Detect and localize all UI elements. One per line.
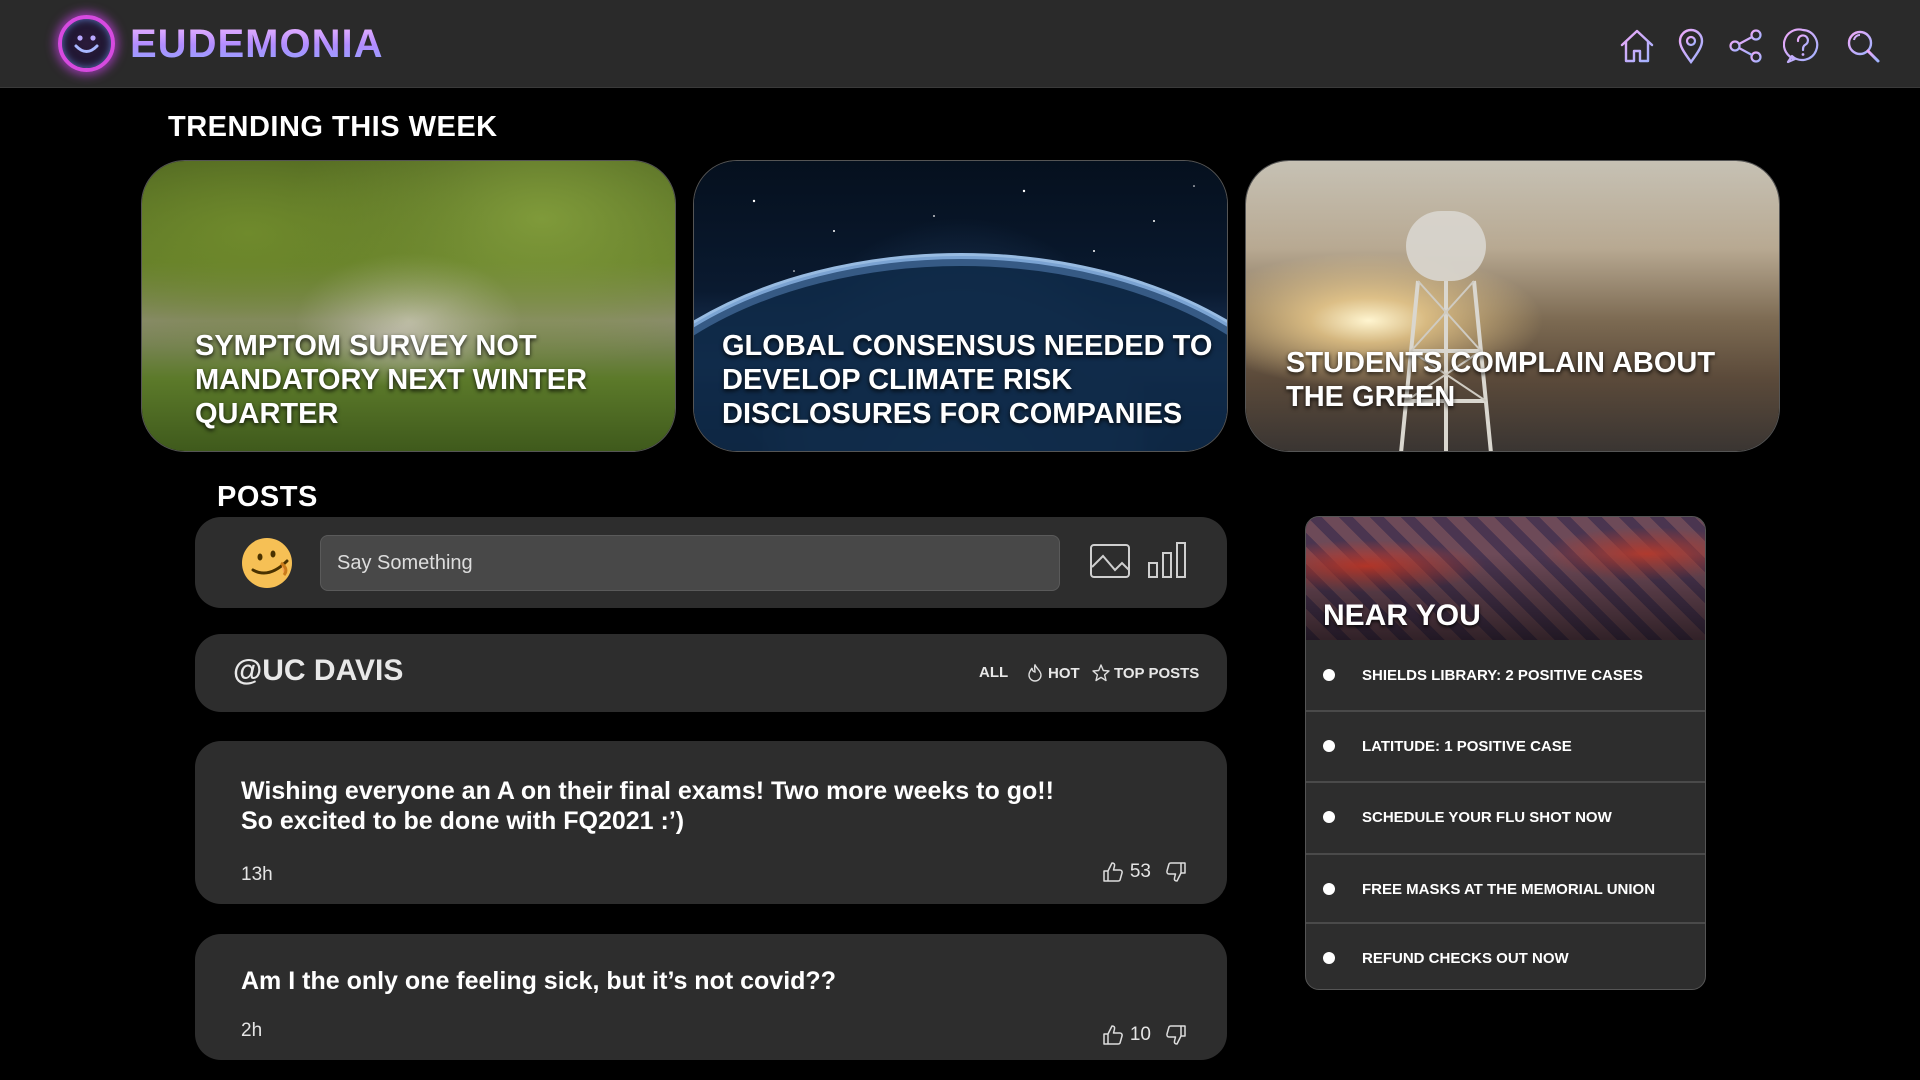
- search-icon[interactable]: [1843, 26, 1883, 66]
- near-you-item[interactable]: FREE MASKS AT THE MEMORIAL UNION: [1306, 853, 1705, 923]
- share-icon[interactable]: [1726, 26, 1766, 66]
- thumbs-up-icon[interactable]: [1102, 861, 1124, 883]
- say-something-input[interactable]: [320, 535, 1060, 591]
- post-card[interactable]: Am I the only one feeling sick, but it’s…: [195, 934, 1227, 1060]
- thumbs-down-icon[interactable]: [1165, 861, 1187, 883]
- trending-headline: SYMPTOM SURVEY NOT MANDATORY NEXT WINTER…: [195, 330, 588, 430]
- near-you-item-label: FREE MASKS AT THE MEMORIAL UNION: [1362, 880, 1656, 898]
- trending-card[interactable]: SYMPTOM SURVEY NOT MANDATORY NEXT WINTER…: [141, 160, 676, 452]
- post-votes: 53: [1102, 861, 1187, 883]
- bullet-icon: [1323, 952, 1335, 964]
- app-frame: EUDEMONIA TRENDING THIS WEEK SYMPTOM SUR…: [0, 0, 1920, 1080]
- thumbs-up-icon[interactable]: [1102, 1024, 1124, 1046]
- home-icon[interactable]: [1617, 26, 1657, 66]
- trending-title: TRENDING THIS WEEK: [168, 111, 498, 143]
- star-icon: [1092, 664, 1110, 682]
- trending-card[interactable]: GLOBAL CONSENSUS NEEDED TO DEVELOP CLIMA…: [693, 160, 1228, 452]
- trending-card[interactable]: STUDENTS COMPLAIN ABOUT THE GREEN: [1245, 160, 1780, 452]
- near-you-item-label: REFUND CHECKS OUT NOW: [1362, 949, 1569, 967]
- near-you-item-label: SCHEDULE YOUR FLU SHOT NOW: [1362, 808, 1612, 826]
- feed-header: @UC DAVIS ALL HOT TOP POSTS: [195, 634, 1227, 712]
- trending-headline: STUDENTS COMPLAIN ABOUT THE GREEN: [1286, 347, 1716, 413]
- help-icon[interactable]: [1782, 26, 1823, 66]
- poll-chart-icon[interactable]: [1147, 541, 1187, 584]
- filter-hot[interactable]: HOT: [1026, 664, 1080, 682]
- image-upload-icon[interactable]: [1089, 543, 1131, 584]
- like-count: 53: [1129, 861, 1151, 882]
- post-time: 2h: [241, 1020, 263, 1041]
- post-time: 13h: [241, 864, 273, 885]
- near-you-item[interactable]: SCHEDULE YOUR FLU SHOT NOW: [1306, 781, 1705, 851]
- post-card[interactable]: Wishing everyone an A on their final exa…: [195, 741, 1227, 904]
- bullet-icon: [1323, 740, 1335, 752]
- thumbs-down-icon[interactable]: [1165, 1024, 1187, 1046]
- filter-label: HOT: [1048, 664, 1080, 682]
- near-you-item-label: LATITUDE: 1 POSITIVE CASE: [1362, 737, 1572, 755]
- near-you-item-label: SHIELDS LIBRARY: 2 POSITIVE CASES: [1362, 666, 1643, 684]
- near-you-panel: NEAR YOU SHIELDS LIBRARY: 2 POSITIVE CAS…: [1305, 516, 1706, 990]
- filter-all[interactable]: ALL: [979, 664, 1008, 681]
- near-you-item[interactable]: REFUND CHECKS OUT NOW: [1306, 922, 1705, 989]
- smiley-logo-icon[interactable]: [58, 15, 115, 72]
- near-you-item[interactable]: LATITUDE: 1 POSITIVE CASE: [1306, 710, 1705, 780]
- trending-headline: GLOBAL CONSENSUS NEEDED TO DEVELOP CLIMA…: [722, 330, 1213, 430]
- post-votes: 10: [1102, 1024, 1187, 1046]
- brand-name[interactable]: EUDEMONIA: [130, 22, 383, 68]
- top-bar: EUDEMONIA: [0, 0, 1920, 88]
- filter-label: ALL: [979, 664, 1009, 681]
- like-count: 10: [1129, 1024, 1151, 1045]
- bullet-icon: [1323, 669, 1335, 681]
- bullet-icon: [1323, 811, 1335, 823]
- filter-label: TOP POSTS: [1114, 664, 1200, 682]
- posts-title: POSTS: [217, 481, 318, 513]
- post-composer: [195, 517, 1227, 608]
- feed-community-title: @UC DAVIS: [233, 654, 404, 687]
- flame-icon: [1028, 664, 1042, 682]
- post-text: Wishing everyone an A on their final exa…: [241, 777, 1054, 835]
- near-you-item[interactable]: SHIELDS LIBRARY: 2 POSITIVE CASES: [1306, 640, 1705, 710]
- post-text: Am I the only one feeling sick, but it’s…: [241, 967, 836, 995]
- filter-top-posts[interactable]: TOP POSTS: [1092, 664, 1199, 682]
- smiley-avatar-icon[interactable]: [241, 537, 293, 589]
- location-pin-icon[interactable]: [1671, 26, 1711, 66]
- bullet-icon: [1323, 883, 1335, 895]
- near-you-title: NEAR YOU: [1323, 599, 1481, 632]
